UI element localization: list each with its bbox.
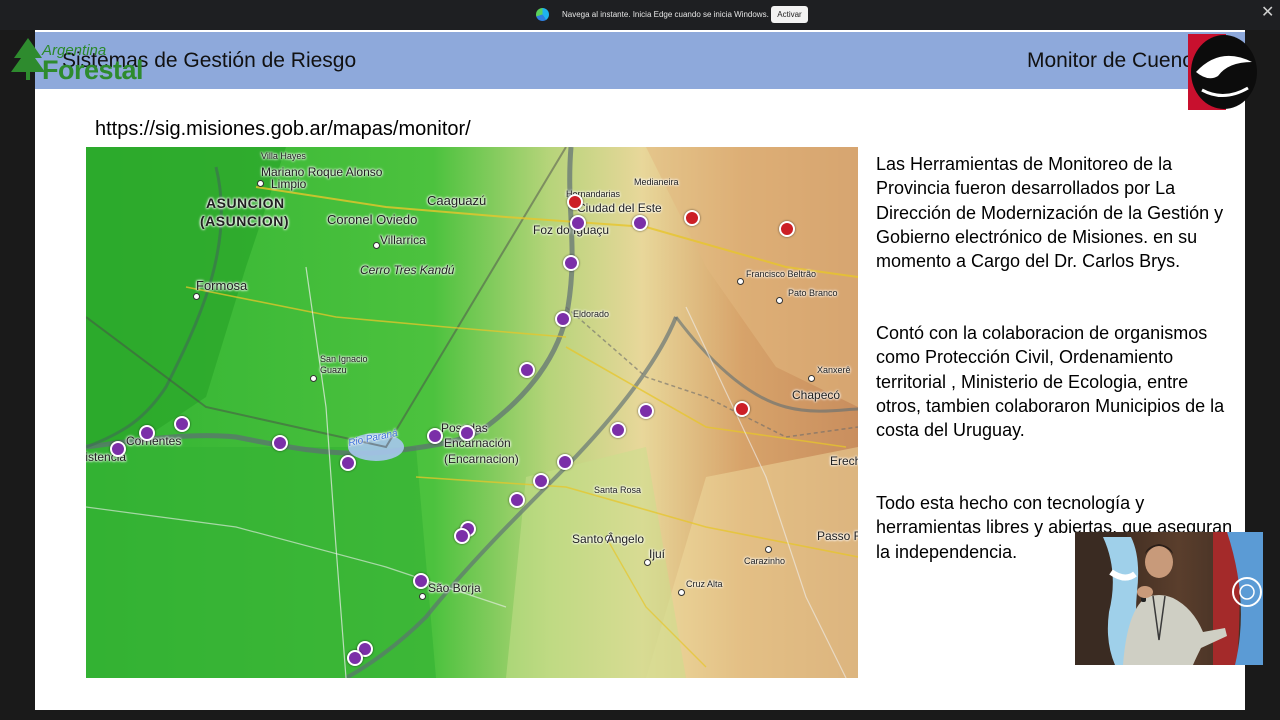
city-dot bbox=[373, 242, 380, 249]
station-marker[interactable] bbox=[272, 435, 288, 451]
map-label-carazinho: Carazinho bbox=[744, 556, 786, 566]
slide-subtitle: Monitor de Cuencas bbox=[1027, 49, 1215, 72]
map-label-villarrica: Villarrica bbox=[380, 233, 426, 247]
city-dot bbox=[808, 375, 815, 382]
slide-header: Sistemas de Gestión de Riesgo Monitor de… bbox=[35, 32, 1245, 89]
edge-browser-icon bbox=[536, 8, 549, 21]
station-marker[interactable] bbox=[139, 425, 155, 441]
map-label-xanxere: Xanxerê bbox=[817, 365, 851, 375]
monitor-url: https://sig.misiones.gob.ar/mapas/monito… bbox=[95, 118, 471, 140]
station-marker[interactable] bbox=[632, 215, 648, 231]
city-dot bbox=[678, 589, 685, 596]
speaker-webcam bbox=[1075, 532, 1263, 665]
station-marker[interactable] bbox=[427, 428, 443, 444]
map-label-eldorado: Eldorado bbox=[573, 309, 610, 319]
map-label-san-ignacio: San Ignacio bbox=[320, 354, 368, 364]
city-dot bbox=[257, 180, 264, 187]
station-marker[interactable] bbox=[347, 650, 363, 666]
station-marker[interactable] bbox=[557, 454, 573, 470]
map-label-chapeco: Chapecó bbox=[792, 388, 841, 402]
station-marker[interactable] bbox=[519, 362, 535, 378]
map-label-sao-borja: São Borja bbox=[428, 581, 481, 595]
map-label-encarnacion: Encarnación bbox=[444, 436, 511, 450]
station-marker[interactable] bbox=[533, 473, 549, 489]
alert-marker[interactable] bbox=[684, 210, 700, 226]
map-label-asuncion: ASUNCION bbox=[206, 195, 285, 211]
map-label-pato-branco: Pato Branco bbox=[788, 288, 838, 298]
alert-marker[interactable] bbox=[779, 221, 795, 237]
map-label-cruz-alta: Cruz Alta bbox=[686, 579, 723, 589]
tree-icon bbox=[11, 38, 45, 80]
map-label-francisco-beltrao: Francisco Beltrão bbox=[746, 269, 817, 279]
map-label-erechim: Erechim bbox=[830, 454, 858, 468]
station-marker[interactable] bbox=[570, 215, 586, 231]
map-label-ciudad-del-este: Ciudad del Este bbox=[577, 201, 662, 215]
map-label-santa-rosa: Santa Rosa bbox=[594, 485, 642, 495]
paragraph-collaboration: Contó con la colaboracion de organismos … bbox=[876, 323, 1225, 441]
city-dot bbox=[310, 375, 317, 382]
map-label-guazu: Guazu bbox=[320, 365, 347, 375]
station-marker[interactable] bbox=[340, 455, 356, 471]
station-marker[interactable] bbox=[555, 311, 571, 327]
close-icon[interactable]: ✕ bbox=[1261, 5, 1274, 21]
map-label-asuncion-sub: (ASUNCION) bbox=[200, 213, 289, 229]
map-label-coronel-oviedo: Coronel Oviedo bbox=[327, 212, 418, 227]
station-marker[interactable] bbox=[174, 416, 190, 432]
city-dot bbox=[765, 546, 772, 553]
map-label-medianeira: Medianeira bbox=[634, 177, 679, 187]
map-label-ijui: Ijuí bbox=[649, 547, 666, 561]
station-marker[interactable] bbox=[638, 403, 654, 419]
edge-notification-bar: Navega al instante. Inicia Edge cuando s… bbox=[0, 0, 1280, 30]
notification-text: Navega al instante. Inicia Edge cuando s… bbox=[562, 10, 769, 19]
argentina-forestal-logo: Argentina Forestal bbox=[10, 36, 144, 86]
map-label-encarnacion-sub: (Encarnacion) bbox=[444, 452, 519, 466]
map-label-santo-angelo: Santo Ângelo bbox=[572, 532, 645, 546]
station-marker[interactable] bbox=[610, 422, 626, 438]
station-marker[interactable] bbox=[563, 255, 579, 271]
map-label-caaguazu: Caaguazú bbox=[427, 193, 487, 208]
speaker-video-frame bbox=[1075, 532, 1263, 665]
alert-marker[interactable] bbox=[734, 401, 750, 417]
map-label-limpio: Limpio bbox=[271, 177, 307, 191]
alert-marker[interactable] bbox=[567, 194, 583, 210]
map-label-formosa: Formosa bbox=[196, 278, 248, 293]
station-marker[interactable] bbox=[110, 441, 126, 457]
paragraph-tools: Las Herramientas de Monitoreo de la Prov… bbox=[876, 154, 1224, 272]
city-dot bbox=[419, 593, 426, 600]
map-label-passo-fundo: Passo Fundo bbox=[817, 529, 858, 543]
station-marker[interactable] bbox=[459, 425, 475, 441]
map-label-cerro-tres-kandu: Cerro Tres Kandú bbox=[360, 263, 455, 277]
eye-logo bbox=[1188, 34, 1257, 110]
risk-monitor-map[interactable]: Villa Hayes Mariano Roque Alonso Limpio … bbox=[86, 147, 858, 678]
city-dot bbox=[737, 278, 744, 285]
city-dot bbox=[776, 297, 783, 304]
station-marker[interactable] bbox=[509, 492, 525, 508]
activate-button[interactable]: Activar bbox=[771, 6, 808, 23]
station-marker[interactable] bbox=[413, 573, 429, 589]
city-dot bbox=[193, 293, 200, 300]
map-label-villa-hayes: Villa Hayes bbox=[261, 151, 306, 161]
station-marker[interactable] bbox=[454, 528, 470, 544]
logo-text-forestal: Forestal bbox=[42, 55, 144, 85]
